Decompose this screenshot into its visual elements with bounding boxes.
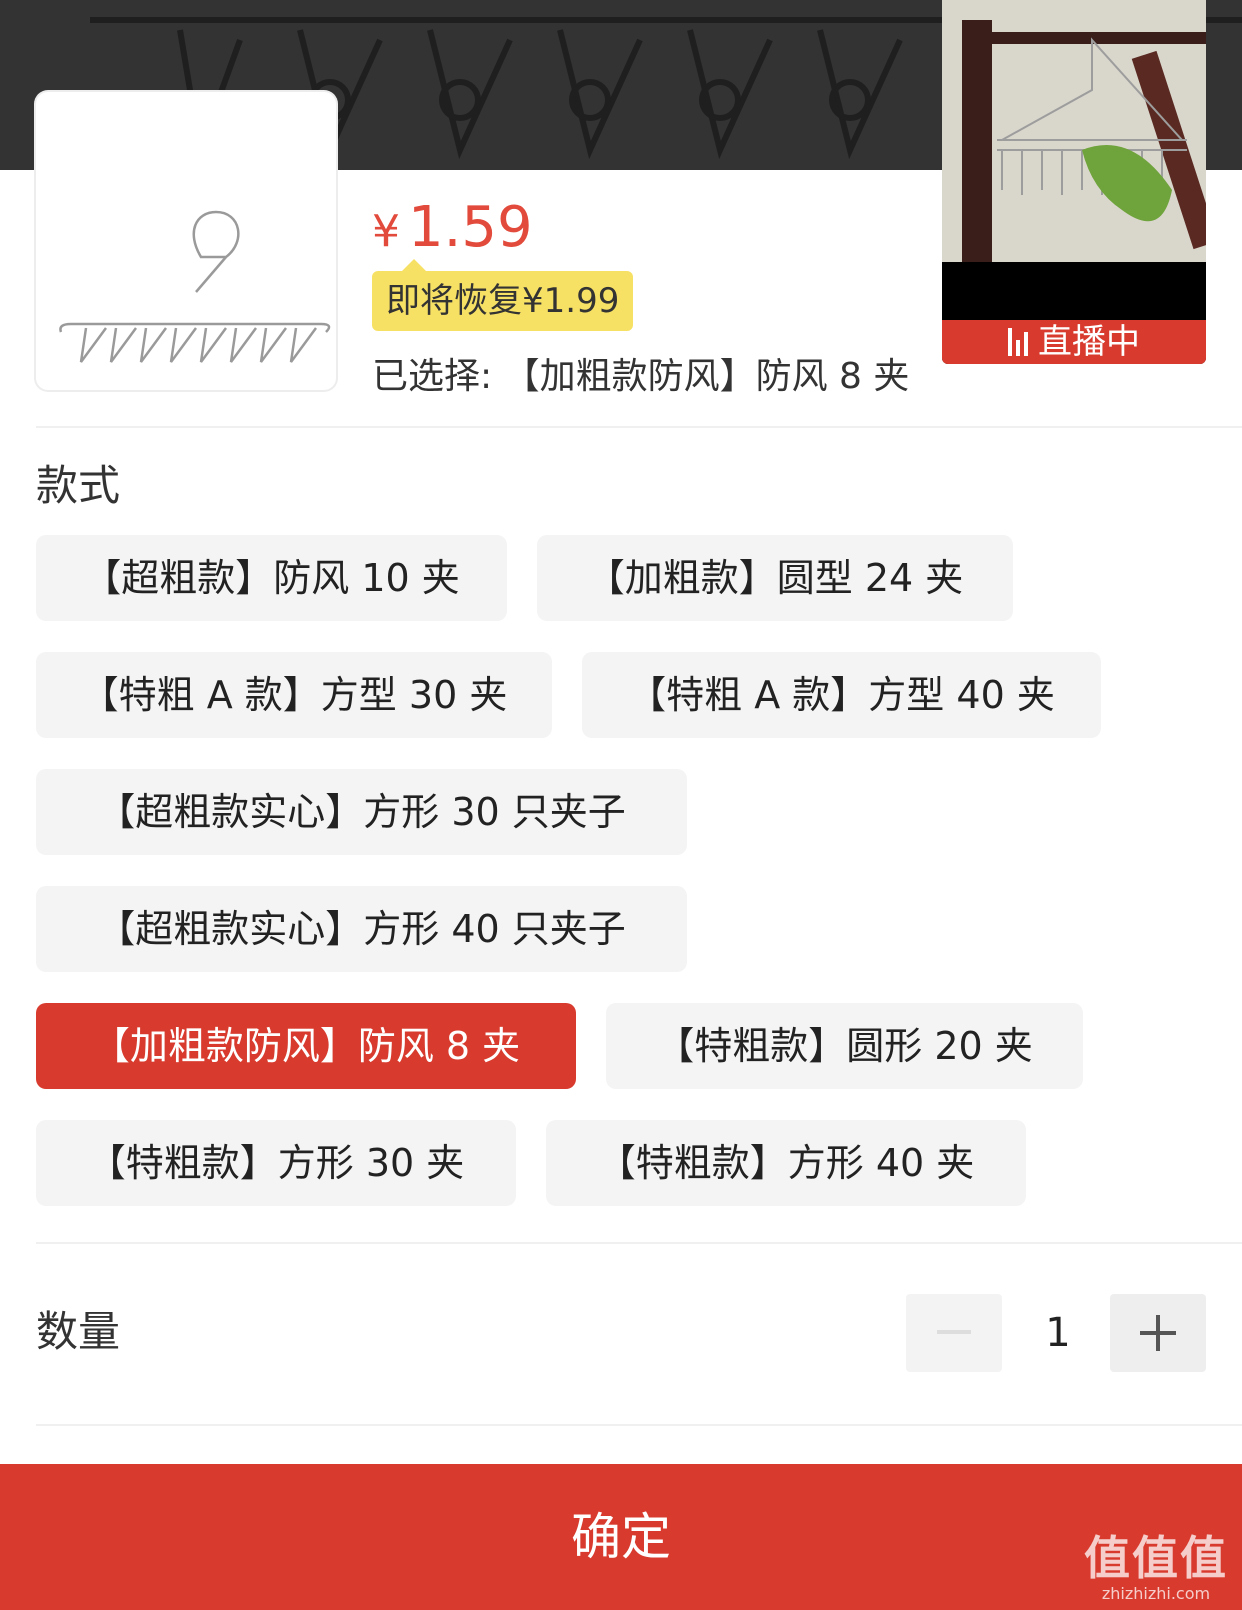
quantity-increment-button[interactable] — [1110, 1294, 1206, 1372]
price-restore-badge: 即将恢复¥1.99 — [372, 259, 634, 331]
minus-icon — [937, 1330, 971, 1334]
selected-sku-text: 已选择: 【加粗款防风】防风 8 夹 — [372, 356, 910, 397]
quantity-value[interactable]: 1 — [1010, 1294, 1106, 1372]
confirm-button[interactable]: 确定 — [0, 1464, 1242, 1610]
watermark-site: zhizhizhi.com — [1101, 1584, 1211, 1603]
style-section-title: 款式 — [36, 461, 121, 510]
quantity-label: 数量 — [36, 1307, 121, 1356]
currency-symbol: ¥ — [372, 206, 400, 257]
divider — [36, 1242, 1242, 1244]
current-price: ¥ 1.59 — [372, 196, 533, 260]
price-value: 1.59 — [408, 195, 533, 260]
live-badge: 直播中 — [942, 320, 1206, 364]
style-option[interactable]: 【加粗款】圆型 24 夹 — [537, 535, 1013, 621]
watermark-brand: 值值值 — [1084, 1531, 1228, 1585]
style-option[interactable]: 【超粗款实心】方形 30 只夹子 — [36, 769, 687, 855]
style-option[interactable]: 【特粗款】圆形 20 夹 — [606, 1003, 1083, 1089]
style-option[interactable]: 【特粗款】方形 30 夹 — [36, 1120, 516, 1206]
divider — [36, 426, 1242, 428]
plus-icon — [1140, 1315, 1176, 1351]
product-thumbnail[interactable] — [36, 92, 336, 390]
style-option[interactable]: 【特粗 A 款】方型 30 夹 — [36, 652, 552, 738]
style-option[interactable]: 【超粗款实心】方形 40 只夹子 — [36, 886, 687, 972]
live-bars-icon — [1008, 328, 1028, 356]
watermark-logo: 值值值 zhizhizhi.com — [1084, 1532, 1228, 1604]
quantity-decrement-button[interactable] — [906, 1294, 1002, 1372]
style-option[interactable]: 【特粗款】方形 40 夹 — [546, 1120, 1026, 1206]
hanger-icon — [59, 210, 331, 363]
style-option[interactable]: 【特粗 A 款】方型 40 夹 — [582, 652, 1101, 738]
live-badge-label: 直播中 — [1038, 322, 1140, 362]
live-stream-preview — [942, 0, 1206, 262]
live-stream-window[interactable]: 直播中 — [942, 0, 1206, 364]
style-option[interactable]: 【超粗款】防风 10 夹 — [36, 535, 507, 621]
divider — [36, 1424, 1242, 1426]
style-option-selected[interactable]: 【加粗款防风】防风 8 夹 — [36, 1003, 576, 1089]
